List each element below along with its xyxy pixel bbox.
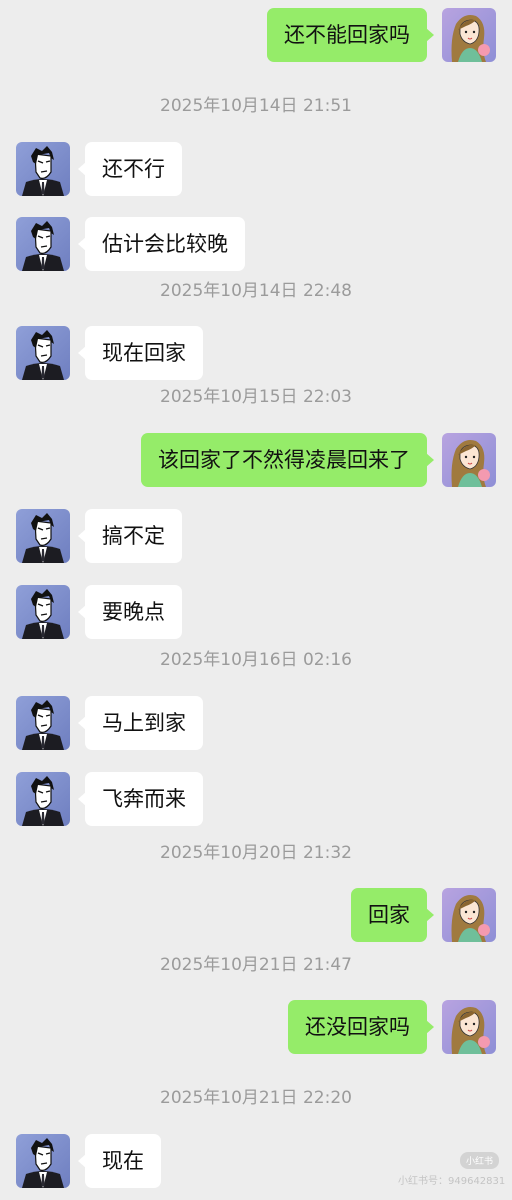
contact-avatar-icon[interactable] bbox=[16, 509, 70, 563]
received-message-bubble[interactable]: 还不行 bbox=[78, 142, 182, 196]
timestamp: 2025年10月14日 21:51 bbox=[160, 96, 352, 116]
contact-avatar-icon[interactable] bbox=[16, 696, 70, 750]
self-avatar-icon[interactable] bbox=[442, 433, 496, 487]
received-message-bubble[interactable]: 搞不定 bbox=[78, 509, 182, 563]
contact-avatar-icon[interactable] bbox=[16, 326, 70, 380]
sent-message-bubble[interactable]: 还没回家吗 bbox=[288, 1000, 434, 1054]
self-avatar-icon[interactable] bbox=[442, 8, 496, 62]
received-message-bubble[interactable]: 现在 bbox=[78, 1134, 161, 1188]
timestamp: 2025年10月16日 02:16 bbox=[160, 650, 352, 670]
received-message-bubble[interactable]: 估计会比较晚 bbox=[78, 217, 245, 271]
received-message-bubble[interactable]: 飞奔而来 bbox=[78, 772, 203, 826]
timestamp: 2025年10月14日 22:48 bbox=[160, 281, 352, 301]
sent-message-bubble[interactable]: 还不能回家吗 bbox=[267, 8, 434, 62]
self-avatar-icon[interactable] bbox=[442, 1000, 496, 1054]
chat-area[interactable]: 还不能回家吗 2025年10月14日 21:51 还不行 估计会比较晚 2025… bbox=[0, 0, 512, 1200]
sent-message-bubble[interactable]: 该回家了不然得凌晨回来了 bbox=[141, 433, 434, 487]
received-message-bubble[interactable]: 要晚点 bbox=[78, 585, 182, 639]
watermark-logo: 小红书 bbox=[460, 1152, 500, 1169]
timestamp: 2025年10月15日 22:03 bbox=[160, 387, 352, 407]
sent-message-bubble[interactable]: 回家 bbox=[351, 888, 434, 942]
contact-avatar-icon[interactable] bbox=[16, 217, 70, 271]
contact-avatar-icon[interactable] bbox=[16, 772, 70, 826]
contact-avatar-icon[interactable] bbox=[16, 1134, 70, 1188]
contact-avatar-icon[interactable] bbox=[16, 585, 70, 639]
timestamp: 2025年10月20日 21:32 bbox=[160, 843, 352, 863]
contact-avatar-icon[interactable] bbox=[16, 142, 70, 196]
received-message-bubble[interactable]: 现在回家 bbox=[78, 326, 203, 380]
watermark-text: 小红书号：949642831 bbox=[398, 1176, 506, 1187]
timestamp: 2025年10月21日 22:20 bbox=[160, 1088, 352, 1108]
received-message-bubble[interactable]: 马上到家 bbox=[78, 696, 203, 750]
self-avatar-icon[interactable] bbox=[442, 888, 496, 942]
timestamp: 2025年10月21日 21:47 bbox=[160, 955, 352, 975]
